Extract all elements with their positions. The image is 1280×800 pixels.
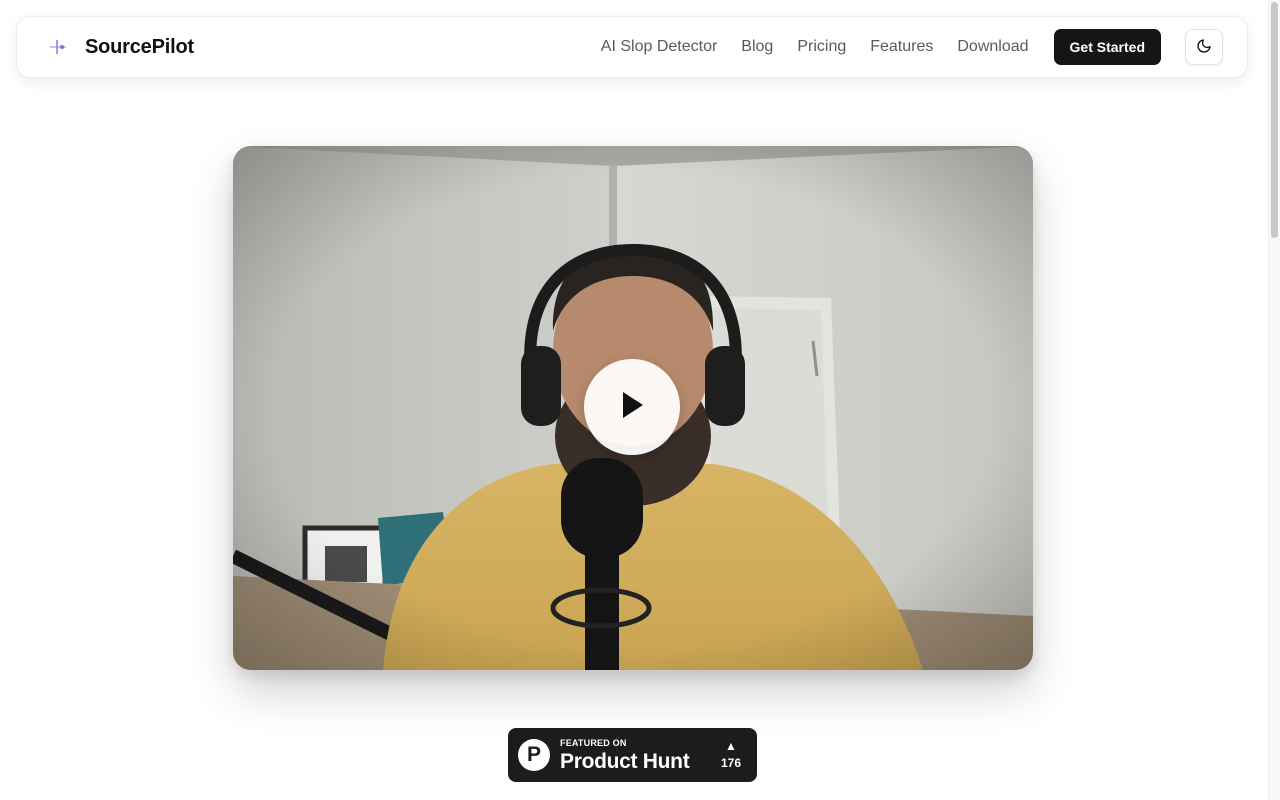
play-icon [619,390,645,425]
nav-blog[interactable]: Blog [741,38,773,56]
video-player[interactable] [233,146,1033,670]
page-scrollbar[interactable] [1268,0,1280,800]
page: SourcePilot AI Slop Detector Blog Pricin… [0,0,1280,800]
get-started-button[interactable]: Get Started [1053,29,1161,65]
nav-ai-slop-detector[interactable]: AI Slop Detector [601,38,718,56]
brand[interactable]: SourcePilot [45,34,194,60]
play-button[interactable] [584,359,680,455]
main-nav: AI Slop Detector Blog Pricing Features D… [601,38,1029,56]
nav-pricing[interactable]: Pricing [797,38,846,56]
scrollbar-thumb[interactable] [1271,2,1278,238]
triangle-up-icon: ▲ [725,739,737,753]
product-hunt-kicker: FEATURED ON [560,737,627,748]
vote-count: 176 [720,756,741,770]
product-hunt-title: Product Hunt [560,749,690,773]
theme-toggle-button[interactable] [1185,29,1223,65]
product-hunt-votes: ▲ 176 [721,740,741,770]
nav-features[interactable]: Features [870,38,933,56]
product-hunt-logo-icon: P [518,739,550,771]
site-header: SourcePilot AI Slop Detector Blog Pricin… [16,16,1248,78]
product-hunt-badge[interactable]: P FEATURED ON Product Hunt ▲ 176 [508,728,757,782]
brand-name: SourcePilot [85,35,194,58]
moon-icon [1196,38,1212,57]
nav-download[interactable]: Download [957,38,1028,56]
spark-logo-icon [45,34,71,60]
product-hunt-text: FEATURED ON Product Hunt [560,737,690,773]
